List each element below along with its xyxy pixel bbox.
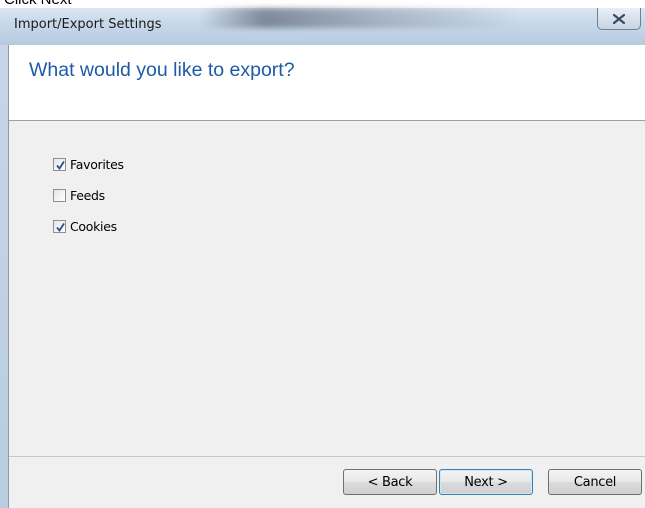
- favorites-label: Favorites: [70, 157, 124, 172]
- title-bar-glass: [200, 8, 520, 28]
- feeds-label: Feeds: [70, 188, 105, 203]
- cookies-label: Cookies: [70, 219, 117, 234]
- window-title: Import/Export Settings: [14, 17, 162, 32]
- dialog-client-area: What would you like to export? Favorites…: [8, 45, 645, 508]
- favorites-checkbox[interactable]: [53, 158, 66, 171]
- close-icon: [613, 13, 625, 24]
- page-title: What would you like to export?: [29, 59, 295, 81]
- title-bar[interactable]: Import/Export Settings: [0, 8, 645, 45]
- header-band: What would you like to export?: [9, 45, 645, 121]
- checkmark-icon: [56, 161, 65, 171]
- next-button[interactable]: Next >: [439, 469, 533, 495]
- option-feeds[interactable]: Feeds: [53, 188, 105, 203]
- option-cookies[interactable]: Cookies: [53, 219, 117, 234]
- import-export-dialog: Import/Export Settings What would you li…: [0, 8, 645, 508]
- window-frame-left: [0, 45, 8, 508]
- cookies-checkbox[interactable]: [53, 220, 66, 233]
- option-favorites[interactable]: Favorites: [53, 157, 124, 172]
- checkmark-icon: [56, 223, 65, 233]
- back-button[interactable]: < Back: [343, 469, 437, 495]
- feeds-checkbox[interactable]: [53, 189, 66, 202]
- cancel-button[interactable]: Cancel: [548, 469, 642, 495]
- footer-divider: [9, 456, 645, 457]
- close-button[interactable]: [597, 8, 641, 30]
